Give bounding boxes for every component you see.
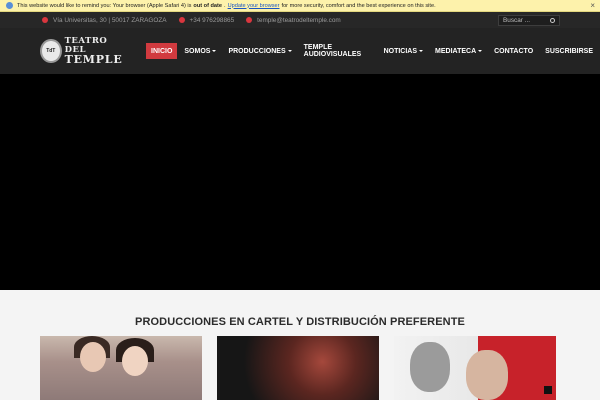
nav-item-inicio[interactable]: INICIO [146,43,178,59]
logo-crest: TdT [40,39,62,63]
banner-text-before: This website would like to remind you: Y… [17,2,192,9]
nav-label: NOTICIAS [383,47,418,55]
card-image-detail [122,346,148,376]
browser-icon [6,2,13,9]
card-image-detail [544,386,552,394]
phone-text[interactable]: +34 976298865 [190,17,235,24]
nav-item-producciones[interactable]: PRODUCCIONES [223,43,296,59]
logo-line1: TEATRO DEL [64,36,108,55]
address-text: Vía Universitas, 30 | 50017 ZARAGOZA [53,16,167,24]
banner-text-after: for more security, comfort and the best … [281,2,436,9]
nav-label: TEMPLE AUDIOVISUALES [303,44,362,58]
nav-label: SOMOS [184,47,211,55]
search-box [498,14,560,26]
nav-label: MEDIATECA [435,47,477,55]
card-image-detail [410,342,450,392]
chevron-down-icon [287,50,292,52]
nav-item-contacto[interactable]: CONTACTO [489,43,538,59]
production-card-2[interactable] [217,336,379,400]
phone-item[interactable]: +34 976298865 [178,17,235,24]
productions-section: PRODUCCIONES EN CARTEL Y DISTRIBUCIÓN PR… [0,290,600,400]
nav-item-temple-audiovisuales[interactable]: TEMPLE AUDIOVISUALES [299,43,377,59]
search-icon[interactable] [550,17,555,23]
close-banner-button[interactable]: × [590,1,595,10]
nav-label: SUSCRIBIRSE [545,47,593,55]
nav-label: CONTACTO [494,47,534,55]
email-text[interactable]: temple@teatrodeltemple.com [257,17,341,24]
card-image-detail [466,350,508,400]
topbar: Vía Universitas, 30 | 50017 ZARAGOZA +34… [0,12,600,28]
address-item: Vía Universitas, 30 | 50017 ZARAGOZA [42,17,167,24]
chevron-down-icon [212,50,217,52]
nav-label: INICIO [151,47,173,55]
nav-label: PRODUCCIONES [228,47,286,55]
chevron-down-icon [419,50,424,52]
update-browser-link[interactable]: Update your browser [228,3,280,9]
site-logo[interactable]: TdT TEATRO DEL TEMPLE [40,37,124,65]
banner-bold: out of date [193,2,223,9]
nav-item-mediateca[interactable]: MEDIATECA [430,43,487,59]
banner-text-mid: . [224,2,226,9]
production-card-1[interactable] [40,336,202,400]
nav-item-noticias[interactable]: NOTICIAS [379,43,428,59]
section-title: PRODUCCIONES EN CARTEL Y DISTRIBUCIÓN PR… [135,316,465,328]
production-card-3[interactable] [394,336,556,400]
phone-icon [178,17,185,23]
nav-item-somos[interactable]: SOMOS [179,43,221,59]
card-image-detail [80,342,106,372]
search-input[interactable] [503,16,547,24]
chevron-down-icon [478,50,483,52]
production-cards [40,336,556,400]
logo-line2: TEMPLE [64,53,123,66]
email-icon [246,17,253,23]
location-icon [42,17,48,23]
update-browser-banner: This website would like to remind you: Y… [0,0,600,12]
main-nav: INICIO SOMOS PRODUCCIONES TEMPLE AUDIOVI… [146,43,600,59]
email-item[interactable]: temple@teatrodeltemple.com [246,17,341,24]
nav-item-suscribirse[interactable]: SUSCRIBIRSE [540,43,598,59]
main-header: TdT TEATRO DEL TEMPLE INICIO SOMOS PRODU… [0,28,600,74]
hero-video[interactable] [0,74,600,290]
